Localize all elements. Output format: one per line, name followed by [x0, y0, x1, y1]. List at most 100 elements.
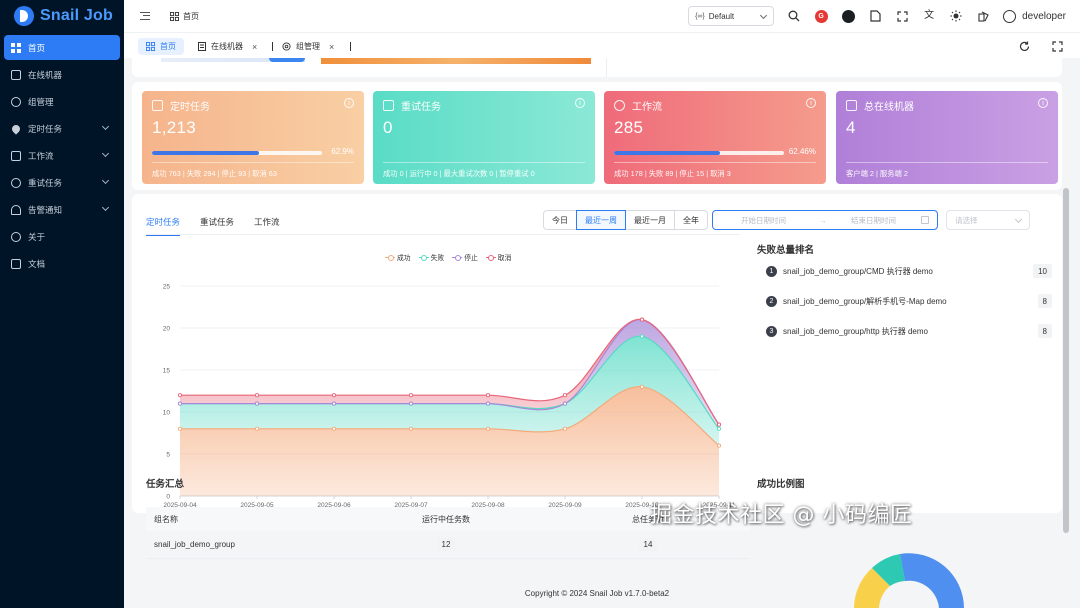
fail-ranking-item[interactable]: 2 snail_job_demo_group/解析手机号-Map demo 8 [766, 292, 1052, 310]
tab-home[interactable]: 首页 [138, 38, 184, 55]
sidebar-item-home[interactable]: 首页 [4, 35, 120, 60]
data-point [716, 426, 722, 431]
group-select[interactable]: 请选择 [946, 210, 1030, 230]
sidebar-item-label: 重试任务 [28, 177, 63, 188]
theme-select[interactable]: {∞} Default [688, 6, 775, 26]
search-icon[interactable] [787, 9, 801, 23]
sidebar-item-retry-tasks[interactable]: 重试任务 [4, 170, 120, 195]
data-point [639, 317, 645, 322]
progress-label: 62.9% [331, 147, 354, 156]
sidebar-item-label: 组管理 [28, 96, 54, 107]
close-icon[interactable]: × [329, 42, 334, 52]
card-divider [614, 162, 816, 163]
theme-config-icon[interactable] [976, 9, 990, 23]
gitee-icon[interactable]: G [814, 9, 828, 23]
arrow-right-icon: → [819, 215, 827, 225]
data-point [254, 393, 260, 398]
data-point [331, 401, 337, 406]
rank-count: 8 [1037, 294, 1052, 308]
translate-icon[interactable]: 文 [922, 9, 936, 23]
cell-group-name: snail_job_demo_group [154, 540, 235, 549]
info-icon[interactable]: i [1038, 98, 1048, 108]
settings-icon [282, 42, 291, 51]
server-icon [846, 100, 857, 111]
stat-card-workflow[interactable]: 工作流 i 285 62.46% 成功 178 | 失败 89 | 停止 15 … [604, 91, 826, 184]
table-row[interactable]: snail_job_demo_group 12 14 [146, 531, 750, 559]
data-point [408, 426, 414, 431]
calendar-icon [152, 100, 163, 111]
sidebar-item-label: 首页 [28, 42, 46, 53]
tab-group-management[interactable]: 组管理 × [274, 38, 342, 55]
tab-online-machines[interactable]: 在线机器 × [190, 38, 265, 55]
donut-segment [900, 553, 964, 608]
data-point [177, 426, 183, 431]
data-point [562, 393, 568, 398]
sidebar-item-workflow[interactable]: 工作流 [4, 143, 120, 168]
page-scrollbar[interactable] [1063, 188, 1069, 533]
progress-label: 62.46% [788, 147, 816, 156]
refresh-icon[interactable] [1017, 39, 1031, 53]
workflow-icon [11, 150, 21, 161]
info-icon[interactable]: i [806, 98, 816, 108]
fullscreen-icon[interactable] [895, 9, 909, 23]
breadcrumb-item[interactable]: 首页 [183, 11, 199, 22]
card-title: 工作流 [614, 98, 816, 113]
y-tick-label: 5 [166, 452, 170, 459]
data-point [716, 443, 722, 448]
cell-total: 14 [546, 538, 750, 551]
tab-divider [272, 42, 273, 51]
sidebar-item-about[interactable]: 关于 [4, 224, 120, 249]
card-title: 定时任务 [152, 98, 354, 113]
sidebar-item-docs[interactable]: 文档 [4, 251, 120, 276]
progress-bar [152, 151, 322, 155]
sidebar-item-scheduled-tasks[interactable]: 定时任务 [4, 116, 120, 141]
sidebar-item-group-management[interactable]: 组管理 [4, 89, 120, 114]
info-icon[interactable]: i [575, 98, 585, 108]
range-week-button[interactable]: 最近一周 [576, 210, 626, 230]
rank-name: snail_job_demo_group/CMD 执行器 demo [783, 266, 933, 276]
stat-card-scheduled-tasks[interactable]: 定时任务 i 1,213 62.9% 成功 763 | 失败 294 | 停止 … [142, 91, 364, 184]
fullscreen-icon[interactable] [1050, 39, 1064, 53]
snail-logo-icon [14, 6, 34, 26]
theme-select-value: Default [708, 11, 735, 21]
chart-panel: 定时任务 重试任务 工作流 今日 最近一周 最近一月 全年 开始日期时间 → 结… [132, 194, 1062, 513]
fail-ranking-item[interactable]: 1 snail_job_demo_group/CMD 执行器 demo 10 [766, 262, 1052, 280]
fail-ranking-title: 失败总量排名 [757, 245, 815, 256]
document-download-icon[interactable] [868, 9, 882, 23]
sun-icon[interactable] [949, 9, 963, 23]
app-logo[interactable]: Snail Job [0, 0, 124, 32]
data-point [177, 401, 183, 406]
user-avatar-icon [1003, 9, 1017, 23]
close-icon[interactable]: × [252, 42, 257, 52]
card-title-text: 定时任务 [170, 102, 210, 113]
card-value: 1,213 [152, 118, 197, 137]
stat-card-online-machines[interactable]: 总在线机器 i 4 客户端 2 | 服务端 2 [836, 91, 1058, 184]
y-tick-label: 25 [163, 284, 171, 291]
rank-number: 3 [766, 325, 777, 337]
calendar-icon [383, 100, 394, 111]
code-brackets-icon: {∞} [695, 12, 705, 20]
bell-icon [11, 204, 21, 215]
card-title-text: 总在线机器 [864, 102, 914, 113]
column-header: 组名称 [154, 514, 178, 524]
info-icon[interactable]: i [344, 98, 354, 108]
card-footer: 成功 763 | 失败 294 | 停止 93 | 取消 63 [152, 169, 277, 178]
sidebar-menu: 首页 在线机器 组管理 定时任务 工作流 重试任务 告警通知 关于 文档 [0, 35, 124, 276]
sidebar-item-alerts[interactable]: 告警通知 [4, 197, 120, 222]
chevron-down-icon [101, 122, 110, 131]
sidebar-item-online-machines[interactable]: 在线机器 [4, 62, 120, 87]
settings-icon [11, 96, 21, 107]
watermark-text: 掘金技术社区 @ 小码编匠 [650, 503, 913, 528]
sidebar-item-label: 定时任务 [28, 123, 63, 134]
sidebar-item-label: 在线机器 [28, 69, 63, 80]
stat-card-retry-tasks[interactable]: 重试任务 i 0 成功 0 | 运行中 0 | 最大重试次数 0 | 暂停重试 … [373, 91, 595, 184]
fail-ranking-item[interactable]: 3 snail_job_demo_group/http 执行器 demo 8 [766, 322, 1052, 340]
user-menu[interactable]: developer [1003, 9, 1066, 23]
github-icon[interactable] [841, 9, 855, 23]
data-point [485, 393, 491, 398]
tab-label: 首页 [160, 42, 176, 51]
chevron-down-icon [101, 149, 110, 158]
end-date-input[interactable]: 结束日期时间 [851, 215, 896, 226]
data-point [639, 334, 645, 339]
menu-collapse-icon[interactable] [140, 12, 150, 20]
